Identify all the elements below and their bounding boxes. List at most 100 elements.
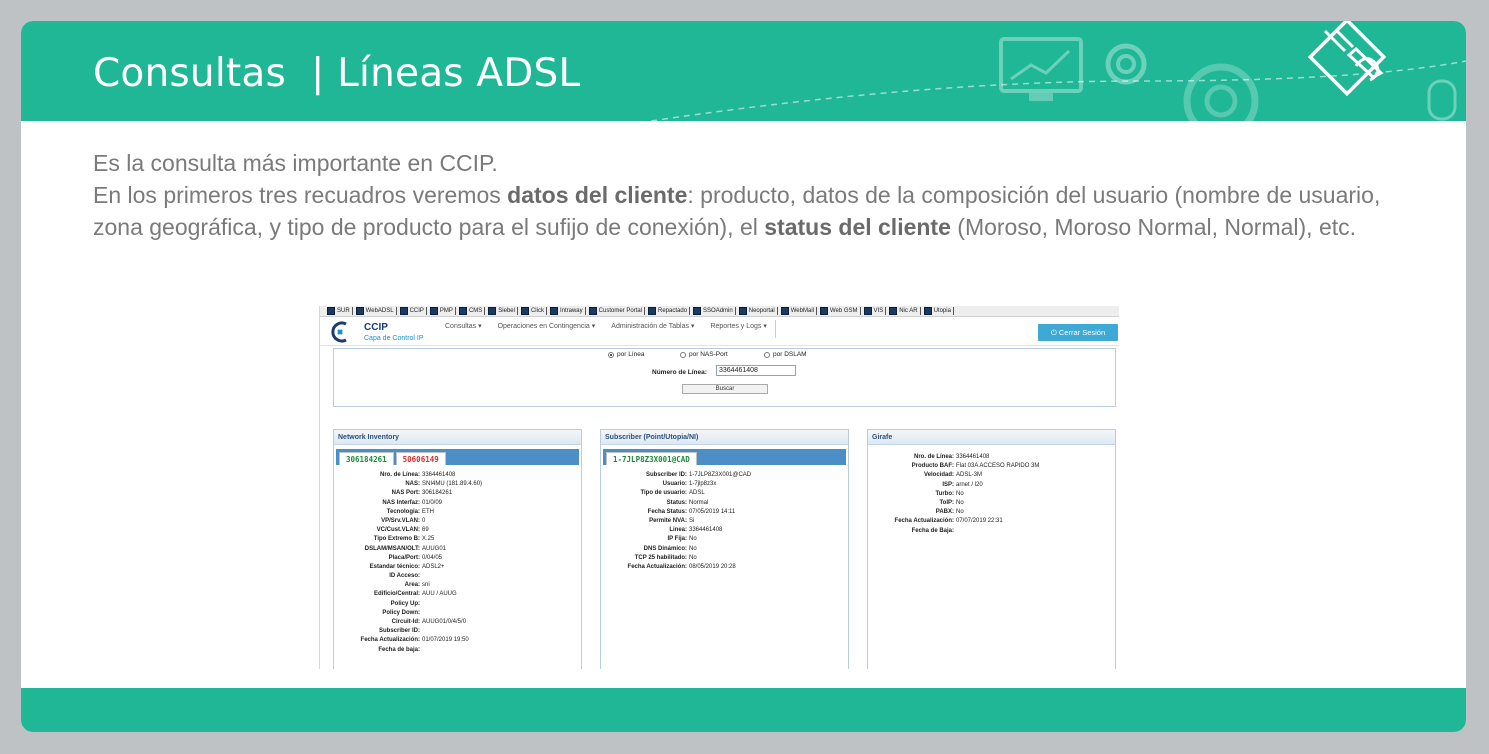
field-label: Tipo de usuario:	[640, 490, 687, 497]
field-label: Estandar técnico:	[369, 563, 420, 570]
header-decoration	[650, 21, 1466, 121]
field-label: Fecha Actualización:	[894, 518, 954, 525]
toolbar-item-neoportal[interactable]: Neoportal	[738, 307, 778, 315]
toolbar-item-label: PMP	[439, 308, 453, 314]
panel-title: Network Inventory	[334, 430, 581, 445]
toolbar-item-pmp[interactable]: PMP	[429, 307, 456, 315]
field-value: No	[689, 536, 697, 543]
field-value: X.25	[422, 536, 435, 543]
tab-subscriber-id[interactable]: 1-7JLP8Z3X001@CAD	[606, 452, 697, 465]
toolbar-item-nic-ar[interactable]: Nic AR	[889, 307, 921, 315]
logout-button[interactable]: ⏻ Cerrar Sesión	[1038, 324, 1118, 341]
toolbar-item-label: Intraway	[559, 308, 583, 314]
radio-por-dslam[interactable]: por DSLAM	[764, 351, 807, 358]
toolbar-item-ssoadmin[interactable]: SSOAdmin	[693, 307, 736, 315]
app-shortcut-icon	[780, 307, 789, 315]
toolbar-item-webadsl[interactable]: WebADSL	[355, 307, 397, 315]
toolbar-item-vis[interactable]: VIS	[863, 307, 887, 315]
toolbar-separator	[734, 307, 736, 315]
field-label: Policy Down:	[382, 609, 420, 616]
toolbar-item-webmail[interactable]: WebMail	[780, 307, 817, 315]
toolbar-item-label: WebADSL	[365, 308, 394, 314]
app-shortcut-icon	[863, 307, 872, 315]
field-row: Fecha Actualización: 01/07/2019 19:50	[334, 636, 581, 645]
field-label: Turbo:	[935, 490, 954, 497]
field-row: Status: Normal	[601, 499, 848, 508]
field-row: Fecha de Baja:	[868, 527, 1115, 536]
toolbar-separator	[776, 307, 778, 315]
field-label: Policy Up:	[390, 600, 420, 607]
menu-operaciones[interactable]: Operaciones en Contingencia ▾	[490, 320, 604, 338]
line-number-input[interactable]: 3364461408	[716, 365, 796, 376]
radio-icon	[764, 351, 770, 358]
field-row: VP/Srv.VLAN: 0	[334, 517, 581, 526]
field-row: ToIP: No	[868, 499, 1115, 508]
girafe-fields: Nro. de Línea: 3364461408 Producto BAF: Fla…	[868, 453, 1115, 536]
radio-por-linea[interactable]: por Línea	[608, 351, 644, 358]
field-label: ISP:	[942, 481, 954, 488]
menu-consultas[interactable]: Consultas ▾	[437, 320, 490, 338]
toolbar-item-label: Customer Portal	[598, 308, 643, 314]
toolbar-separator	[859, 307, 861, 315]
toolbar-separator	[545, 307, 547, 315]
field-row: Placa/Port: 0/04/05	[334, 554, 581, 563]
search-panel: por Línea por NAS-Port por DSLAM Número …	[333, 348, 1116, 407]
panel-title: Girafe	[868, 430, 1115, 445]
field-label: Fecha de Baja:	[911, 527, 954, 534]
field-label: Area:	[404, 582, 420, 589]
toolbar-item-label: SUR	[337, 308, 350, 314]
field-label: Fecha de baja:	[378, 646, 420, 653]
field-value: No	[956, 499, 964, 506]
field-label: ID Acceso:	[389, 573, 420, 580]
field-label: Fecha Actualización:	[627, 563, 687, 570]
app-shortcut-icon	[819, 307, 828, 315]
field-row: TCP 25 habilitado: No	[601, 554, 848, 563]
toolbar-item-web-gsm[interactable]: Web GSM	[819, 307, 861, 315]
field-row: Tecnologia: ETH	[334, 508, 581, 517]
toolbar-item-cms[interactable]: CMS	[458, 307, 486, 315]
toolbar-separator	[584, 307, 586, 315]
app-shortcut-icon	[923, 307, 932, 315]
app-name: CCIP	[364, 322, 388, 333]
toolbar-item-label: CMS	[468, 308, 483, 314]
app-shortcut-icon	[327, 307, 335, 315]
menu-reportes[interactable]: Reportes y Logs ▾	[702, 320, 774, 338]
bookmarks-toolbar: SUR WebADSL CCIP PMP CMS Siebel Click Intraway C…	[320, 306, 1119, 317]
radio-label: por Línea	[617, 351, 645, 358]
search-button[interactable]: Buscar	[682, 384, 768, 394]
menu-administracion[interactable]: Administración de Tablas ▾	[603, 320, 702, 338]
field-label: PABX:	[935, 509, 954, 516]
toolbar-item-label: Utopia	[933, 308, 951, 314]
app-shortcut-icon	[488, 307, 497, 315]
field-label: VP/Srv.VLAN:	[381, 517, 420, 524]
toolbar-item-customer-portal[interactable]: Customer Portal	[588, 307, 646, 315]
toolbar-item-click[interactable]: Click	[520, 307, 547, 315]
toolbar-item-siebel[interactable]: Siebel	[488, 307, 518, 315]
field-row: Fecha Actualización: 08/05/2019 20:28	[601, 563, 848, 572]
radio-por-nas-port[interactable]: por NAS-Port	[680, 351, 728, 358]
app-subtitle: Capa de Control IP	[364, 335, 424, 342]
app-shortcut-icon	[355, 307, 364, 315]
field-label: Circuit-Id:	[391, 619, 420, 625]
field-label: Status:	[666, 499, 687, 506]
field-value: 07/05/2019 14:11	[689, 508, 736, 515]
toolbar-separator	[395, 307, 397, 315]
field-label: Placa/Port:	[388, 554, 420, 561]
toolbar-item-label: SSOAdmin	[703, 308, 733, 314]
field-label: ToIP:	[939, 499, 954, 506]
toolbar-item-ccip[interactable]: CCIP	[399, 307, 427, 315]
toolbar-item-sur[interactable]: SUR	[327, 307, 353, 315]
panel-title: Subscriber (Point/Utopia/NI)	[601, 430, 848, 445]
toolbar-item-utopia[interactable]: Utopia	[923, 307, 954, 315]
field-label: Velocidad:	[923, 472, 954, 479]
toolbar-separator	[885, 307, 887, 315]
app-shortcut-icon	[693, 307, 702, 315]
toolbar-item-intraway[interactable]: Intraway	[549, 307, 586, 315]
radio-label: por NAS-Port	[689, 351, 728, 358]
field-value: ADSL2+	[422, 563, 445, 570]
tab-nas-port[interactable]: 306184261	[339, 452, 394, 465]
toolbar-separator	[815, 307, 817, 315]
tab-secondary[interactable]: 50606149	[395, 452, 446, 465]
toolbar-item-repactado[interactable]: Repactado	[648, 307, 691, 315]
network-inventory-panel: Network Inventory 306184261 50606149 Nro…	[333, 429, 582, 669]
